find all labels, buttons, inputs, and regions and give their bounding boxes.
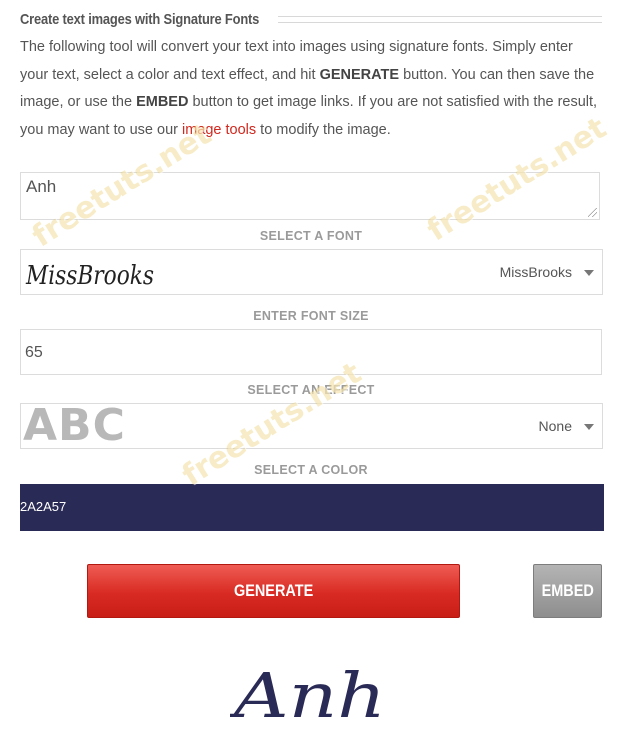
- heading-divider: [278, 15, 602, 23]
- section-heading: Create text images with Signature Fonts: [20, 8, 602, 30]
- embed-button-label: EMBED: [541, 581, 594, 600]
- font-size-label: ENTER FONT SIZE: [253, 309, 369, 323]
- font-select-value: MissBrooks: [499, 264, 572, 280]
- intro-generate-word: GENERATE: [319, 66, 400, 83]
- color-picker-input[interactable]: 2A2A57: [20, 484, 604, 531]
- text-input-value: Anh: [26, 177, 57, 196]
- effect-preview-text: ABC: [23, 400, 126, 451]
- generated-signature-text: Anh: [230, 659, 386, 732]
- effect-select-label: SELECT AN EFFECT: [247, 383, 375, 397]
- text-input[interactable]: Anh: [20, 172, 600, 220]
- color-value: 2A2A57: [20, 499, 67, 514]
- font-select-label: SELECT A FONT: [259, 229, 363, 243]
- font-preview-image: MissBrooks: [25, 261, 154, 291]
- image-tools-link[interactable]: image tools: [182, 122, 256, 138]
- resize-handle[interactable]: [588, 208, 597, 217]
- font-size-input[interactable]: 65: [20, 329, 602, 375]
- font-preview-text: MissBrooks: [25, 261, 154, 291]
- embed-button[interactable]: EMBED: [533, 564, 602, 618]
- generate-button-label: GENERATE: [233, 581, 314, 600]
- font-size-value: 65: [25, 344, 43, 361]
- chevron-down-icon: [584, 424, 594, 430]
- effect-select[interactable]: ABC None: [20, 400, 603, 451]
- chevron-down-icon: [584, 270, 594, 276]
- effect-select-value: None: [538, 418, 572, 434]
- page-title: Create text images with Signature Fonts: [20, 10, 260, 28]
- intro-text-4: to modify the image.: [256, 121, 391, 138]
- generated-signature-image: Anh: [230, 659, 386, 732]
- color-select-label: SELECT A COLOR: [254, 463, 368, 477]
- intro-embed-word: EMBED: [136, 94, 189, 110]
- font-select[interactable]: MissBrooks MissBrooks: [20, 249, 603, 295]
- generate-button[interactable]: GENERATE: [87, 564, 460, 618]
- intro-paragraph: The following tool will convert your tex…: [20, 34, 605, 144]
